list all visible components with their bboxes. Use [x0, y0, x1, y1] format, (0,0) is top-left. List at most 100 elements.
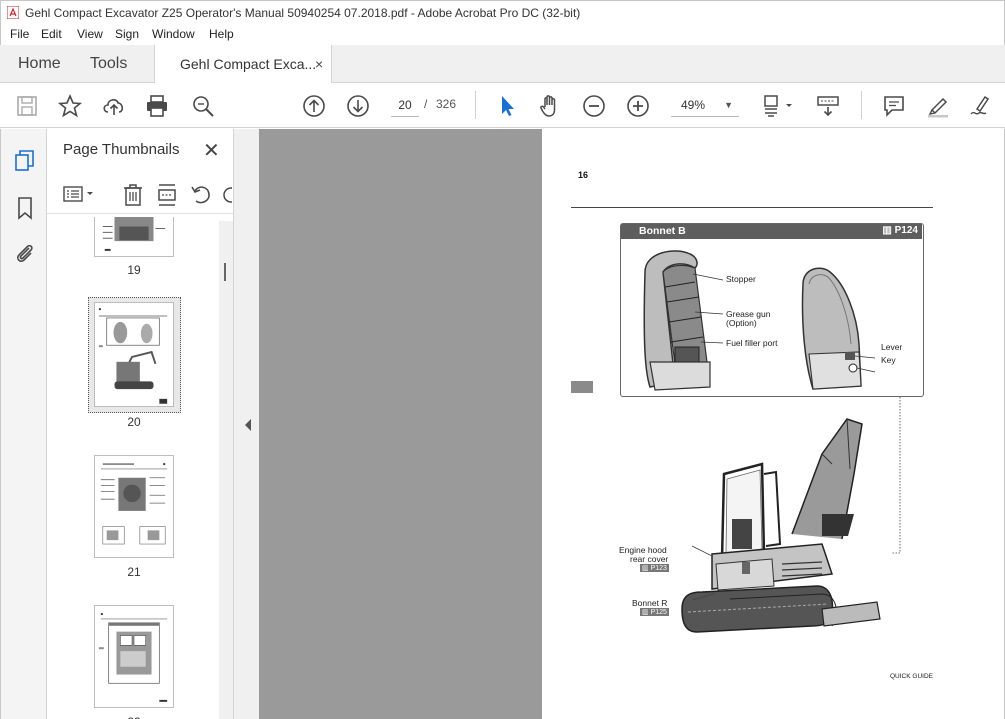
page-total: 326: [436, 97, 457, 111]
bookmark-icon: [18, 197, 32, 220]
thumbnail-page[interactable]: [94, 302, 174, 407]
pen-highlight-icon: [928, 97, 948, 118]
panel-close-button[interactable]: ✕: [203, 138, 220, 163]
bonnet-r-label: Bonnet R: [632, 598, 668, 608]
pages-copy-icon: [15, 150, 34, 171]
menu-edit[interactable]: Edit: [41, 27, 62, 41]
excavator-illustration: [681, 418, 881, 633]
navigation-rail: [0, 129, 47, 719]
document-page: 16 Bonnet B ▥ P124 Stopper Grease gun (O…: [542, 129, 1004, 719]
thumbnail-scrollbar[interactable]: [219, 221, 233, 719]
acrobat-app-icon: [7, 6, 19, 19]
comment-button[interactable]: [881, 93, 907, 119]
section-tab: [571, 381, 593, 393]
thumbnail-preview: [98, 308, 168, 404]
callout-leader: [892, 397, 901, 554]
fit-page-icon: [764, 95, 792, 117]
menu-window[interactable]: Window: [152, 27, 195, 41]
thumbnail-preview: [102, 217, 166, 251]
title-bar: Gehl Compact Excavator Z25 Operator's Ma…: [0, 0, 1005, 24]
find-button[interactable]: [190, 93, 216, 119]
tab-tools[interactable]: Tools: [90, 45, 127, 83]
keyboard-scroll-icon: [817, 96, 839, 117]
more-tools-icon: [223, 187, 232, 203]
stopper-label: Stopper: [726, 274, 756, 284]
zoom-in-button[interactable]: [625, 93, 651, 119]
thumbnail-page[interactable]: [94, 455, 174, 558]
share-button[interactable]: [101, 93, 127, 119]
zoom-search-icon: [193, 96, 214, 117]
lever-label: Lever: [881, 342, 903, 352]
page-fit-button[interactable]: [760, 93, 796, 119]
tab-close-button[interactable]: ×: [315, 45, 323, 83]
hand-tool-button[interactable]: [537, 93, 563, 119]
header-rule: [571, 207, 933, 208]
printer-icon: [147, 95, 167, 117]
key-label: Key: [881, 355, 896, 365]
thumbnail-preview: [98, 613, 168, 702]
callout-ref: ▥ P124: [882, 225, 918, 236]
arrow-down-circle-icon: [347, 95, 369, 117]
collapse-panel-icon[interactable]: [245, 419, 251, 431]
thumbnail-label: 21: [127, 565, 141, 579]
menu-file[interactable]: File: [10, 27, 29, 41]
arrow-up-circle-icon: [303, 95, 325, 117]
minus-circle-icon: [583, 95, 605, 117]
menu-view[interactable]: View: [77, 27, 103, 41]
page-number-input[interactable]: 20: [391, 93, 419, 117]
closed-bonnet-illustration: [801, 267, 876, 390]
book-icon: ▥: [642, 609, 651, 616]
menu-sign[interactable]: Sign: [115, 27, 139, 41]
thumbnail-options-button[interactable]: [63, 182, 97, 206]
window-title: Gehl Compact Excavator Z25 Operator's Ma…: [25, 6, 581, 20]
highlight-button[interactable]: [925, 93, 951, 119]
tab-document-label: Gehl Compact Exca...: [180, 56, 317, 72]
cursor-arrow-icon: [502, 96, 514, 116]
engine-hood-ref: ▥ P123: [640, 564, 669, 572]
thumbnail-page[interactable]: [94, 605, 174, 708]
more-tools-button[interactable]: [222, 182, 232, 208]
attachments-button[interactable]: [13, 242, 37, 266]
thumbnail-scrollbar-thumb[interactable]: [224, 263, 226, 281]
fill-sign-button[interactable]: [968, 93, 994, 119]
tab-bar: Home Tools Gehl Compact Exca... ×: [0, 45, 1005, 84]
chevron-down-icon: ▼: [724, 100, 733, 110]
trash-icon: [124, 184, 142, 206]
tab-document[interactable]: Gehl Compact Exca... ×: [154, 45, 332, 84]
toolbar-divider: [861, 91, 862, 119]
page-separator: /: [424, 97, 428, 111]
bookmark-star-button[interactable]: [57, 93, 83, 119]
page-thumbnails-panel: Page Thumbnails ✕ 19 20 21: [47, 129, 233, 719]
panel-splitter[interactable]: [233, 129, 259, 719]
zoom-level-select[interactable]: 49% ▼: [671, 93, 739, 117]
bookmarks-button[interactable]: [13, 196, 37, 220]
main-toolbar: 20 / 326 49% ▼: [0, 83, 1005, 128]
previous-page-button[interactable]: [301, 93, 327, 119]
menu-help[interactable]: Help: [209, 27, 234, 41]
bonnet-b-callout: Bonnet B ▥ P124 Stopper Grease gun (Opti…: [620, 223, 924, 397]
delete-page-button[interactable]: [120, 182, 146, 208]
thumbnail-page[interactable]: [94, 217, 174, 257]
cloud-upload-icon: [103, 99, 124, 115]
comment-icon: [884, 96, 904, 117]
page-insert-icon: [158, 184, 176, 206]
rotate-page-button[interactable]: [188, 182, 214, 208]
zoom-level-value: 49%: [681, 98, 706, 112]
select-tool-button[interactable]: [494, 93, 520, 119]
save-button[interactable]: [14, 93, 40, 119]
thumbnail-label: 22: [114, 715, 154, 719]
print-button[interactable]: [144, 93, 170, 119]
thumbnail-list: 19 20 21: [47, 217, 217, 719]
tab-home[interactable]: Home: [18, 45, 61, 83]
book-icon: ▥: [882, 225, 892, 236]
list-options-icon: [63, 186, 93, 202]
plus-circle-icon: [627, 95, 649, 117]
page-thumbnails-button[interactable]: [13, 149, 37, 173]
zoom-out-button[interactable]: [581, 93, 607, 119]
scroll-mode-button[interactable]: [815, 93, 841, 119]
rear-cover-label: rear cover: [630, 554, 669, 564]
next-page-button[interactable]: [345, 93, 371, 119]
insert-page-button[interactable]: [154, 182, 180, 208]
thumbnail-label: 19: [127, 263, 141, 277]
toolbar-divider: [475, 91, 476, 119]
